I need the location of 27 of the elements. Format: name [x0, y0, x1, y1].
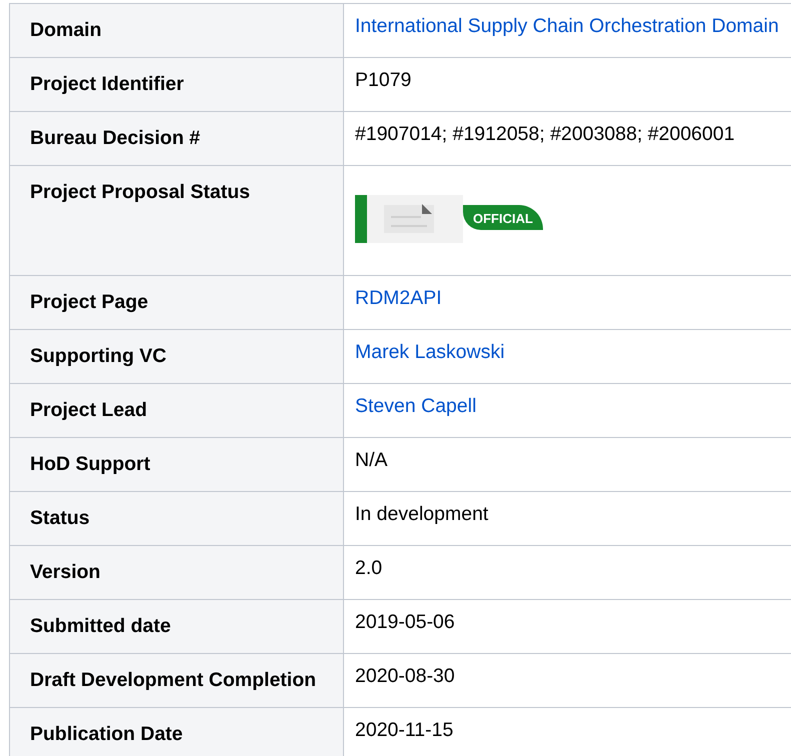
cell-value: 2019-05-06 [355, 611, 455, 633]
document-thumbnail[interactable] [355, 195, 463, 243]
cell-value: 2.0 [355, 557, 382, 579]
row-label: Draft Development Completion [10, 654, 344, 708]
row-label: Status [10, 492, 344, 546]
row-label: Project Identifier [10, 58, 344, 112]
cell-value: 2020-11-15 [355, 719, 454, 741]
status-badge: OFFICIAL [463, 205, 543, 230]
row-label: Project Proposal Status [10, 166, 344, 276]
document-icon [384, 204, 434, 234]
row-label: Publication Date [10, 708, 344, 756]
row-label: HoD Support [10, 438, 344, 492]
row-label: Version [10, 546, 344, 600]
row-label: Domain [10, 4, 344, 58]
link[interactable]: RDM2API [355, 287, 442, 309]
cell-value: In development [355, 503, 488, 525]
row-label: Bureau Decision # [10, 112, 344, 166]
row-label: Submitted date [10, 600, 344, 654]
link[interactable]: Marek Laskowski [355, 341, 505, 363]
cell-value: #1907014; #1912058; #2003088; #2006001 [355, 123, 735, 145]
cell-value: N/A [355, 449, 388, 471]
row-label: Project Lead [10, 384, 344, 438]
link[interactable]: Steven Capell [355, 395, 476, 417]
cell-value: P1079 [355, 69, 412, 91]
cell-value: 2020-08-30 [355, 665, 455, 687]
row-label: Project Page [10, 276, 344, 330]
row-label: Supporting VC [10, 330, 344, 384]
